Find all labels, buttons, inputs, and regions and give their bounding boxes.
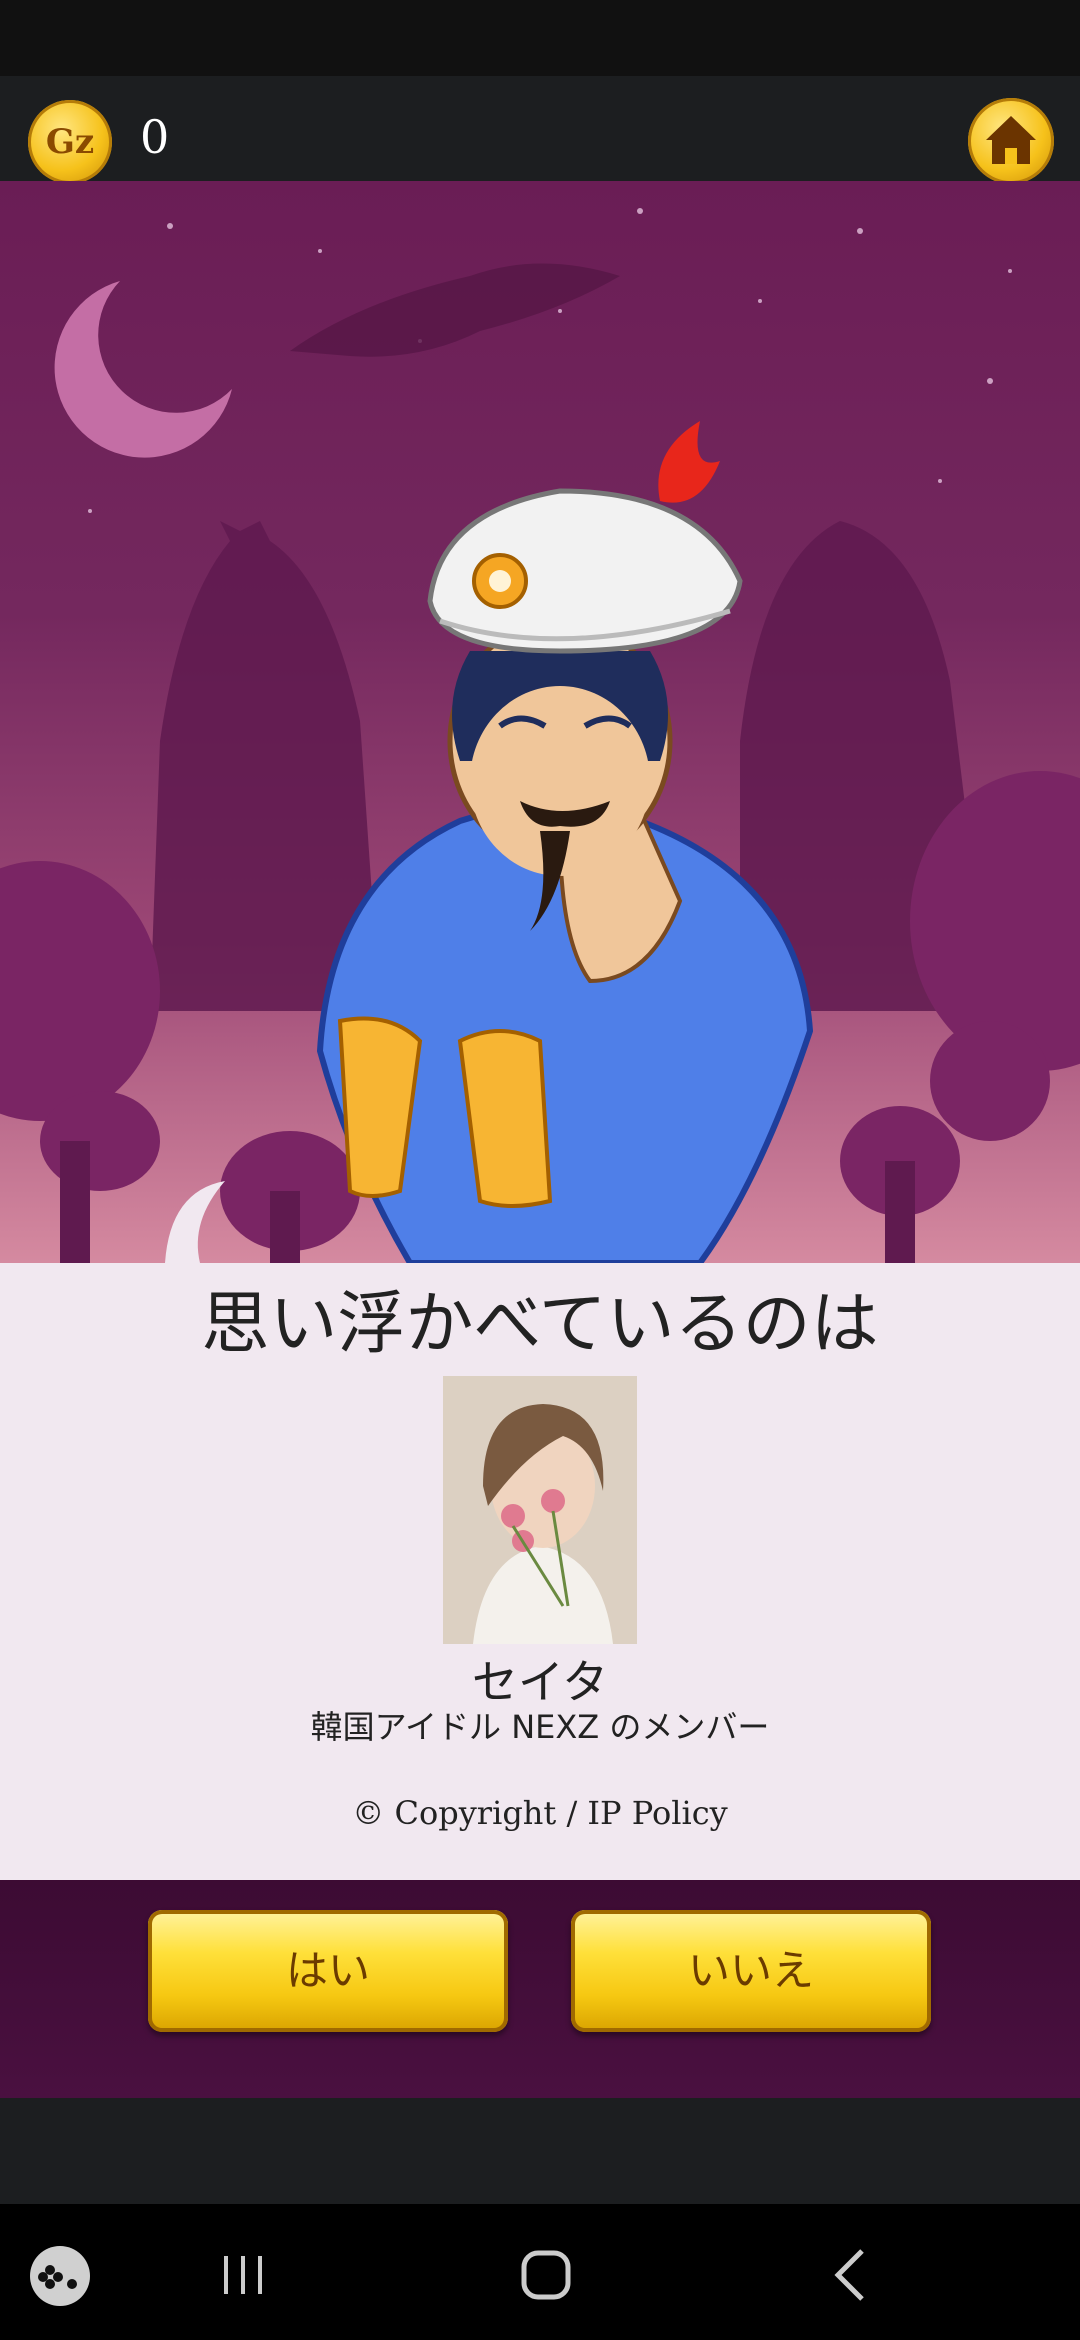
no-button[interactable]: いいえ: [571, 1910, 931, 2032]
home-icon: [986, 116, 1036, 164]
genie-scene: [0, 181, 1080, 1263]
coin-count: 0: [140, 110, 170, 164]
back-icon[interactable]: [826, 2245, 876, 2305]
character-description: 韓国アイドル NEXZ のメンバー: [310, 1708, 770, 1746]
character-photo: [443, 1376, 637, 1644]
ad-space: [0, 2098, 1080, 2204]
home-button[interactable]: [968, 98, 1054, 184]
game-launcher-icon[interactable]: [28, 2244, 92, 2308]
status-bar: [0, 0, 1080, 76]
copyright-link[interactable]: © Copyright / IP Policy: [0, 1794, 1080, 1832]
coin-symbol: Gz: [45, 122, 95, 162]
recent-apps-icon[interactable]: [218, 2250, 268, 2300]
question-text: 思い浮かべているのは: [201, 1285, 879, 1364]
home-nav-icon[interactable]: [518, 2247, 574, 2303]
coin-icon: Gz: [28, 100, 112, 184]
yes-button[interactable]: はい: [148, 1910, 508, 2032]
